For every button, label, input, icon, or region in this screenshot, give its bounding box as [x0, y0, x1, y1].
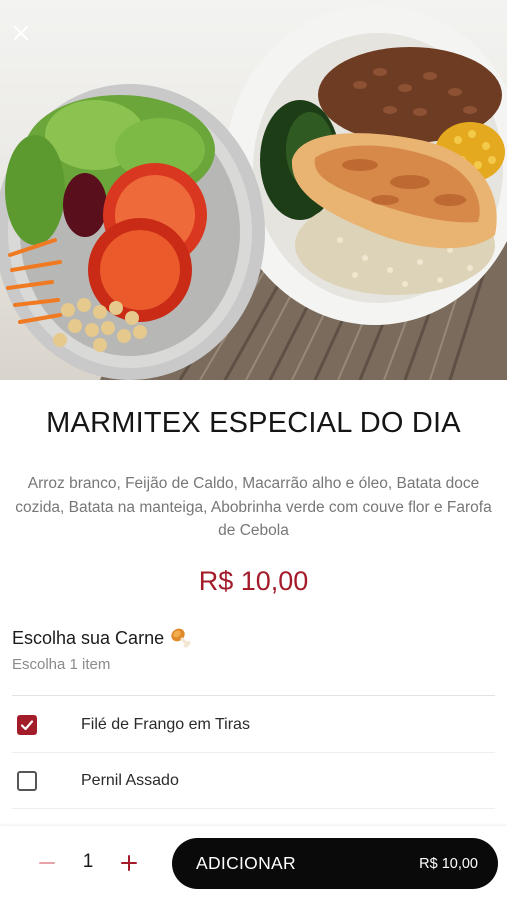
add-to-cart-button[interactable]: ADICIONAR R$ 10,00: [172, 838, 498, 889]
option-item-file-de-frango[interactable]: Filé de Frango em Tiras: [12, 697, 495, 753]
product-price: R$ 10,00: [198, 566, 309, 596]
close-icon: [14, 26, 28, 40]
product-description: Arroz branco, Feijão de Caldo, Macarrão …: [15, 475, 492, 539]
tray-salad: [0, 84, 265, 380]
drumstick-icon: [171, 628, 191, 648]
option-group-title: Escolha sua Carne: [12, 627, 165, 648]
plus-icon: [121, 855, 137, 871]
quantity-increase-button[interactable]: [116, 850, 142, 876]
food-photo: [0, 5, 507, 380]
option-group-header: Escolha sua Carne Escolha 1 item: [12, 627, 495, 673]
check-icon: [20, 720, 34, 731]
add-button-price: R$ 10,00: [419, 855, 478, 872]
product-title: MARMITEX ESPECIAL DO DIA: [46, 407, 461, 439]
divider: [12, 808, 495, 809]
option-label: Pernil Assado: [81, 772, 179, 789]
option-group-subtitle: Escolha 1 item: [12, 656, 111, 673]
option-group-title-row: Escolha sua Carne: [12, 627, 495, 649]
close-button[interactable]: [8, 20, 34, 46]
quantity-decrease-button[interactable]: [34, 850, 60, 876]
add-button-label: ADICIONAR: [196, 853, 296, 873]
product-image: [0, 0, 507, 380]
divider: [12, 695, 495, 696]
option-label: Filé de Frango em Tiras: [81, 716, 250, 733]
checkbox-unchecked[interactable]: [17, 771, 37, 791]
quantity-value: 1: [82, 851, 94, 872]
minus-icon: [39, 862, 55, 864]
option-item-pernil-assado[interactable]: Pernil Assado: [12, 753, 495, 809]
bottom-action-bar: 1 ADICIONAR R$ 10,00: [0, 826, 507, 900]
checkbox-checked[interactable]: [17, 715, 37, 735]
